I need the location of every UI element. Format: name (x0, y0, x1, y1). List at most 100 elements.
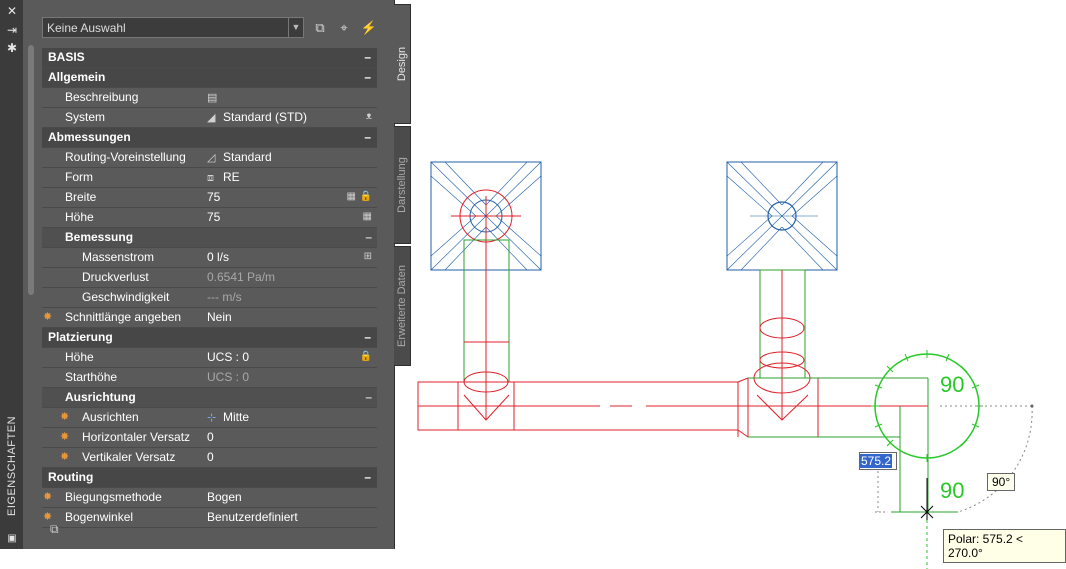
prop-vertikaler-versatz[interactable]: ✸ Vertikaler Versatz 0 (42, 448, 377, 468)
close-icon[interactable]: ✕ (4, 4, 20, 18)
crosshair-cursor (920, 478, 934, 520)
prop-value[interactable]: 0 (207, 448, 214, 466)
collapse-icon[interactable]: – (364, 48, 371, 66)
asterisk-icon: ✸ (60, 431, 70, 443)
tab-darstellung[interactable]: Darstellung (394, 126, 411, 244)
prop-hoehe[interactable]: Höhe 75 ▦ (42, 208, 377, 228)
prop-label: Breite (65, 190, 97, 204)
section-ausrichtung[interactable]: Ausrichtung – (42, 388, 377, 408)
prop-beschreibung[interactable]: Beschreibung ▤ (42, 88, 377, 108)
collapse-icon[interactable]: – (364, 128, 371, 146)
gear-icon[interactable]: ✱ (4, 41, 20, 55)
prop-geschwindigkeit[interactable]: Geschwindigkeit --- m/s (42, 288, 377, 308)
scrollbar[interactable] (28, 45, 34, 295)
select-objects-icon[interactable]: ⌖ (335, 19, 353, 37)
palette-titlebar[interactable]: ✕ ⇥ ✱ EIGENSCHAFTEN ▣ (0, 0, 23, 549)
prop-value[interactable]: Nein (207, 308, 232, 326)
prop-value[interactable]: 75 (207, 188, 220, 206)
section-platzierung[interactable]: Platzierung – (42, 328, 377, 348)
tab-label: Erweiterte Daten (396, 265, 408, 347)
prop-value[interactable]: UCS : 0 (207, 348, 249, 366)
section-label: BASIS (48, 50, 85, 64)
table-icon: ▤ (207, 92, 218, 104)
alignment-grid-icon: ⊹ (207, 412, 217, 424)
prop-label: Schnittlänge angeben (65, 310, 182, 324)
prop-value[interactable]: Bogen (207, 488, 242, 506)
prop-value-text: Standard (STD) (223, 110, 308, 124)
section-label: Platzierung (48, 330, 113, 344)
calculator-icon[interactable]: ⊞ (364, 248, 372, 266)
selection-dropdown[interactable]: Keine Auswahl ▼ (42, 17, 304, 38)
prop-value-text: Standard (223, 150, 272, 164)
prop-biegungsmethode[interactable]: ✸ Biegungsmethode Bogen (42, 488, 377, 508)
prop-value: --- m/s (207, 290, 242, 304)
quick-select-icon[interactable]: ⚡ (360, 19, 378, 37)
prop-value[interactable]: ⊹ Mitte (207, 408, 249, 427)
prop-label: Beschreibung (65, 90, 139, 104)
system-icon: ◢ (207, 112, 216, 124)
collapse-icon[interactable]: – (364, 468, 371, 486)
list-icon[interactable]: ▦ (363, 208, 372, 226)
add-selection-icon[interactable]: ⧉ (311, 19, 329, 37)
prop-label: System (65, 110, 106, 124)
palette-settings-icon[interactable]: ⧉ (50, 522, 59, 537)
section-basis[interactable]: BASIS – (42, 48, 377, 68)
list-icon[interactable]: ▦ (347, 188, 356, 206)
prop-horizontaler-versatz[interactable]: ✸ Horizontaler Versatz 0 (42, 428, 377, 448)
prop-value[interactable]: 0 l/s (207, 248, 229, 266)
dynamic-input-value[interactable]: 575.2 (860, 454, 893, 468)
collapse-icon[interactable]: – (364, 68, 371, 86)
prop-form[interactable]: Form ⧈ RE (42, 168, 377, 188)
prop-value-text: RE (223, 170, 240, 184)
asterisk-icon: ✸ (43, 311, 53, 323)
prop-value[interactable]: ◿ Standard (207, 148, 272, 167)
prop-value[interactable]: Benutzerdefiniert (207, 508, 298, 526)
section-allgemein[interactable]: Allgemein – (42, 68, 377, 88)
section-abmessungen[interactable]: Abmessungen – (42, 128, 377, 148)
prop-value[interactable]: ◢ Standard (STD) (207, 108, 307, 127)
prop-starthoehe[interactable]: Starthöhe UCS : 0 (42, 368, 377, 388)
prop-routing-voreinstellung[interactable]: Routing-Voreinstellung ◿ Standard (42, 148, 377, 168)
lock-icon[interactable]: 🔒 (360, 348, 372, 366)
section-label: Allgemein (48, 70, 106, 84)
lock-icon[interactable]: 🔒 (360, 188, 372, 206)
palette-menu-icon[interactable]: ▣ (4, 532, 20, 546)
prop-label: Form (65, 170, 93, 184)
collapse-icon[interactable]: – (365, 388, 372, 406)
prop-hoehe-platzierung[interactable]: Höhe UCS : 0 🔒 (42, 348, 377, 368)
prop-massenstrom[interactable]: Massenstrom 0 l/s ⊞ (42, 248, 377, 268)
autohide-icon[interactable]: ⇥ (4, 23, 20, 37)
prop-value[interactable]: ⧈ RE (207, 168, 240, 187)
section-bemessung[interactable]: Bemessung – (42, 228, 377, 248)
chevron-down-icon[interactable]: ▼ (288, 18, 303, 37)
duct-vertical-left[interactable] (463, 239, 510, 421)
tab-label: Darstellung (396, 157, 408, 213)
prop-breite[interactable]: Breite 75 ▦ 🔒 (42, 188, 377, 208)
duct-horizontal[interactable] (417, 377, 929, 438)
prop-schnittlaenge[interactable]: ✸ Schnittlänge angeben Nein (42, 308, 377, 328)
prop-ausrichten[interactable]: ✸ Ausrichten ⊹ Mitte (42, 408, 377, 428)
tab-design[interactable]: Design (394, 4, 411, 124)
binoculars-icon[interactable]: ᴥ (366, 108, 372, 126)
section-label: Abmessungen (48, 130, 131, 144)
section-routing[interactable]: Routing – (42, 468, 377, 488)
prop-druckverlust[interactable]: Druckverlust 0.6541 Pa/m (42, 268, 377, 288)
prop-value[interactable]: 0 (207, 428, 214, 446)
prop-value-text: Mitte (223, 410, 250, 424)
tab-erweiterte-daten[interactable]: Erweiterte Daten (394, 246, 411, 366)
dynamic-input-field[interactable]: 575.2 (859, 452, 897, 470)
collapse-icon[interactable]: – (365, 228, 372, 246)
snap-point (1030, 404, 1034, 408)
duct-vertical-right[interactable] (753, 269, 811, 421)
prop-bogenwinkel[interactable]: ✸ Bogenwinkel Benutzerdefiniert (42, 508, 377, 528)
prop-value[interactable]: ▤ (207, 88, 223, 107)
prop-label: Routing-Voreinstellung (65, 150, 186, 164)
diffuser-right[interactable] (726, 161, 838, 271)
palette-title: EIGENSCHAFTEN (6, 415, 18, 516)
collapse-icon[interactable]: – (364, 328, 371, 346)
asterisk-icon: ✸ (60, 451, 70, 463)
prop-system[interactable]: System ◢ Standard (STD) ᴥ (42, 108, 377, 128)
prop-value[interactable]: 75 (207, 208, 220, 226)
properties-panel: Keine Auswahl ▼ ⧉ ⌖ ⚡ BASIS – Allgemein – … (23, 0, 395, 549)
prop-label: Ausrichten (82, 410, 139, 424)
